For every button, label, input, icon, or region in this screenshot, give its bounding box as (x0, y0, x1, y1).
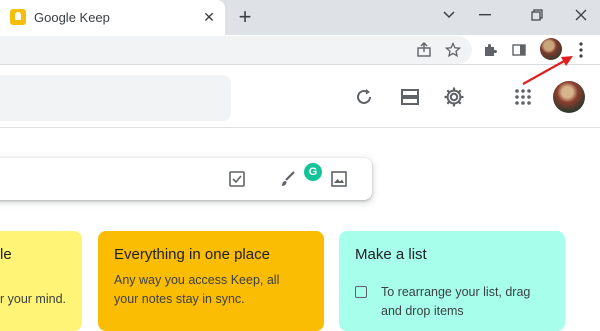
card-body-line: and drop items (381, 304, 464, 318)
list-view-icon[interactable] (397, 84, 423, 110)
card-everything-in-one-place[interactable]: Everything in one place Any way you acce… (98, 231, 324, 331)
profile-avatar[interactable] (540, 38, 562, 60)
card-title: Everything in one place (114, 246, 270, 263)
side-panel-icon[interactable] (509, 40, 529, 60)
tab-close-icon[interactable]: ✕ (200, 8, 218, 26)
new-tab-button[interactable]: + (232, 4, 258, 30)
settings-gear-icon[interactable] (441, 84, 467, 110)
chrome-menu-icon[interactable] (574, 40, 588, 60)
keep-favicon-icon (10, 9, 26, 25)
card-body-line: Any way you access Keep, all (114, 273, 280, 287)
account-avatar[interactable] (553, 81, 585, 113)
card-body-line: To rearrange your list, drag (381, 285, 531, 299)
card-tip-partial[interactable]: le r your mind. (0, 231, 82, 331)
new-drawing-brush-icon[interactable] (277, 168, 299, 190)
share-icon[interactable] (414, 40, 434, 60)
close-window-icon[interactable] (566, 2, 596, 28)
minimize-icon[interactable] (470, 2, 500, 28)
keep-header (0, 66, 600, 128)
grammarly-badge-icon[interactable]: G (304, 163, 322, 181)
search-bar[interactable] (0, 75, 231, 121)
tab-search-chevron-icon[interactable] (434, 2, 464, 28)
refresh-icon[interactable] (351, 84, 377, 110)
tab-google-keep[interactable]: Google Keep ✕ (0, 0, 225, 35)
tab-title: Google Keep (34, 10, 110, 25)
list-checkbox-icon[interactable] (355, 286, 367, 298)
address-bar[interactable] (0, 36, 472, 64)
google-apps-grid-icon[interactable] (510, 84, 536, 110)
browser-tab-strip: Google Keep ✕ + (0, 0, 600, 35)
new-list-checkbox-icon[interactable] (226, 168, 248, 190)
restore-icon[interactable] (522, 2, 552, 28)
card-body-line: r your mind. (0, 292, 66, 306)
browser-toolbar (0, 35, 600, 65)
card-make-a-list[interactable]: Make a list To rearrange your list, drag… (339, 231, 565, 331)
card-title: le (0, 246, 12, 263)
card-title: Make a list (355, 246, 427, 263)
new-note-image-icon[interactable] (328, 168, 350, 190)
bookmark-star-icon[interactable] (443, 40, 463, 60)
extensions-puzzle-icon[interactable] (480, 40, 500, 60)
card-body-line: your notes stay in sync. (114, 292, 245, 306)
